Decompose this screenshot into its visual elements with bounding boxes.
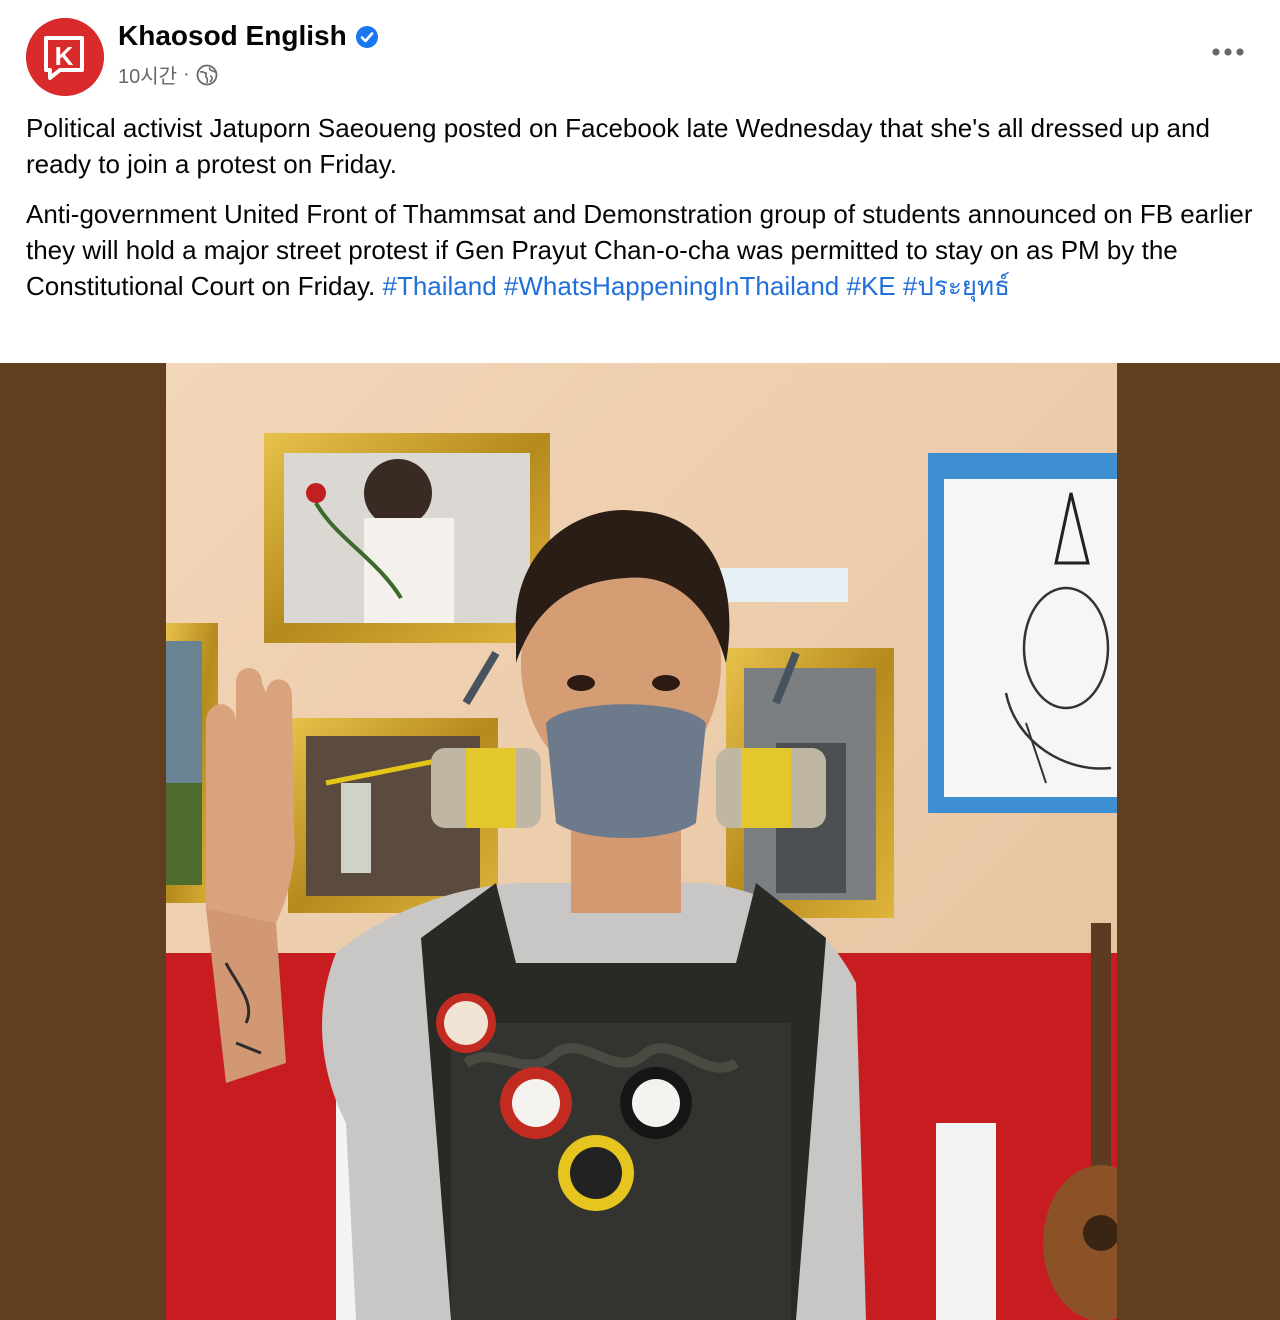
page-name-row: Khaosod English	[118, 20, 379, 52]
post-timestamp[interactable]: 10시간	[118, 60, 177, 89]
raised-hand	[206, 668, 295, 1083]
globe-icon[interactable]	[196, 64, 218, 86]
post-media[interactable]	[0, 363, 1280, 1320]
hashtag-ke[interactable]: #KE	[847, 271, 896, 301]
verified-badge-icon	[355, 24, 379, 48]
post-paragraph-1: Political activist Jatuporn Saeoueng pos…	[26, 113, 1210, 179]
post-header: K Khaosod English 10시간 ·	[0, 0, 1280, 110]
more-options-icon	[1212, 48, 1244, 56]
svg-text:K: K	[55, 41, 74, 71]
post-paragraph-2: Anti-government United Front of Thammsat…	[26, 196, 1256, 304]
framed-photo-top	[264, 433, 550, 643]
hashtag-prayut[interactable]: #ประยุทธ์	[903, 271, 1010, 301]
protester-photo	[166, 363, 1117, 1320]
more-options-button[interactable]	[1204, 34, 1252, 70]
framed-drawing	[928, 453, 1117, 813]
page-name-link[interactable]: Khaosod English	[118, 20, 347, 52]
page-avatar[interactable]: K	[26, 18, 104, 96]
khaosod-logo-icon: K	[26, 18, 104, 96]
meta-separator: ·	[183, 63, 190, 85]
hashtag-thailand[interactable]: #Thailand	[382, 271, 496, 301]
post-text: Political activist Jatuporn Saeoueng pos…	[26, 110, 1256, 318]
hashtag-whatshappeninginthailand[interactable]: #WhatsHappeningInThailand	[504, 271, 839, 301]
post-photo[interactable]	[166, 363, 1117, 1320]
post-meta: 10시간 ·	[118, 60, 218, 89]
